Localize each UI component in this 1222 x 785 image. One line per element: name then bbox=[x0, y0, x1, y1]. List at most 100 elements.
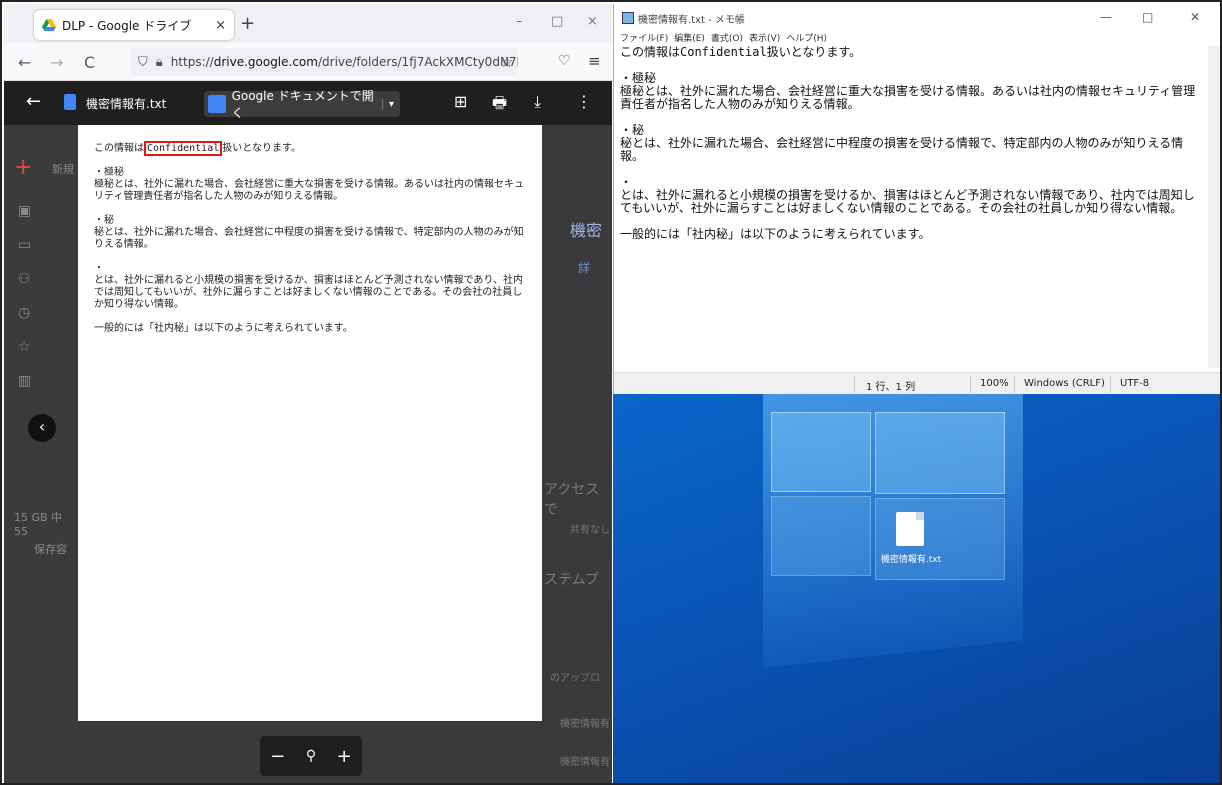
doc-line-1-post: 扱いとなります。 bbox=[222, 143, 301, 154]
viewer-toolbar: ← 機密情報有.txt Google ドキュメントで開く ▾ ⊞ 🖶 ⤓ ⋮ bbox=[4, 81, 612, 125]
status-encoding: UTF-8 bbox=[1120, 378, 1150, 389]
drive-page: + 新規 ▣ ▭ ⚇ ◷ ☆ ▥ 15 GB 中 55 保存容 機密 詳 アクセ… bbox=[4, 81, 612, 783]
open-with-label: Google ドキュメントで開く bbox=[231, 89, 374, 120]
notepad-window: 機密情報有.txt - メモ帳 — □ ✕ ファイル(F) 編集(E) 書式(O… bbox=[613, 4, 1220, 394]
notepad-minimize-button[interactable]: — bbox=[1100, 10, 1112, 24]
notepad-icon bbox=[622, 12, 634, 24]
windows-logo-pane bbox=[771, 496, 871, 576]
menu-file[interactable]: ファイル(F) bbox=[620, 31, 668, 44]
menu-edit[interactable]: 編集(E) bbox=[674, 31, 705, 44]
bg-system: ステムプ bbox=[544, 572, 599, 588]
chevron-down-icon[interactable]: ▾ bbox=[381, 98, 400, 110]
status-divider bbox=[854, 375, 855, 393]
url-path: /drive/folders/1fj7AckXMCty0dN7K bbox=[317, 55, 518, 69]
download-icon[interactable]: ⤓ bbox=[534, 92, 541, 112]
back-icon[interactable]: ← bbox=[18, 53, 31, 72]
tab-close-icon[interactable]: × bbox=[215, 18, 226, 33]
notepad-text-area[interactable]: この情報はConfidential扱いとなります。 ・極秘 極秘とは、社外に漏れた… bbox=[620, 46, 1202, 368]
notepad-scrollbar[interactable] bbox=[1208, 46, 1220, 368]
recent-icon[interactable]: ◷ bbox=[18, 305, 30, 321]
minimize-button[interactable]: – bbox=[516, 14, 523, 29]
reload-icon[interactable]: C bbox=[84, 53, 95, 72]
computers-icon[interactable]: ▭ bbox=[18, 237, 31, 253]
menu-help[interactable]: ヘルプ(H) bbox=[786, 31, 827, 44]
desktop-wallpaper: 機密情報有.txt bbox=[613, 394, 1220, 783]
doc-para-4: ・とは、社外に漏れると小規模の損害を受けるか、損害はほとんど予測されない情報であ… bbox=[94, 263, 526, 311]
doc-para-3: ・秘 秘とは、社外に漏れた場合、会社経営に中程度の損害を受ける情報で、特定部内の人… bbox=[94, 215, 526, 251]
forward-icon[interactable]: → bbox=[50, 53, 63, 72]
bg-detail-tab[interactable]: 詳 bbox=[578, 259, 590, 276]
doc-p3-title: ・秘 bbox=[94, 215, 114, 226]
txt-file-icon bbox=[64, 94, 76, 110]
tab-bar: DLP - Google ドライブ × + – □ × bbox=[4, 4, 612, 43]
storage-button[interactable]: 保存容 bbox=[34, 541, 67, 557]
status-divider bbox=[1110, 375, 1111, 393]
np-line-1: この情報はConfidential扱いとなります。 bbox=[620, 45, 862, 59]
windows-logo-pane bbox=[875, 412, 1005, 494]
starred-icon[interactable]: ☆ bbox=[18, 339, 31, 355]
notepad-maximize-button[interactable]: □ bbox=[1142, 10, 1153, 24]
zoom-in-button[interactable]: + bbox=[337, 746, 352, 767]
doc-para-5: 一般的には「社内秘」は以下のように考えられています。 bbox=[94, 323, 353, 334]
doc-p2-body: 極秘とは、社外に漏れた場合、会社経営に重大な損害を受ける情報。あるいは社内の情報… bbox=[94, 179, 524, 202]
more-options-icon[interactable]: ⋮ bbox=[576, 92, 592, 111]
address-bar[interactable]: ⛉ 🔒︎ https://drive.google.com/drive/fold… bbox=[130, 48, 518, 76]
viewer-file-name: 機密情報有.txt bbox=[86, 97, 167, 111]
bg-title: 機密 bbox=[570, 221, 603, 240]
new-plus-icon[interactable]: + bbox=[14, 155, 32, 180]
np-p3-title: ・秘 bbox=[620, 123, 645, 137]
app-menu-icon[interactable]: ≡ bbox=[588, 52, 601, 70]
zoom-icon[interactable]: ⚲ bbox=[306, 748, 316, 764]
notepad-title: 機密情報有.txt - メモ帳 bbox=[638, 14, 745, 26]
doc-line-1-pre: この情報は bbox=[94, 143, 144, 154]
trash-icon[interactable]: ▥ bbox=[18, 373, 31, 389]
notepad-menu-bar: ファイル(F) 編集(E) 書式(O) 表示(V) ヘルプ(H) bbox=[620, 31, 827, 44]
doc-para-2: ・極秘 極秘とは、社外に漏れた場合、会社経営に重大な損害を受ける情報。あるいは社内… bbox=[94, 167, 526, 203]
desktop-file-label[interactable]: 機密情報有.txt bbox=[868, 552, 954, 565]
previous-file-button[interactable]: ‹ bbox=[28, 414, 56, 442]
shield-icon[interactable]: ⛉ bbox=[138, 55, 148, 70]
screen-frame: DLP - Google ドライブ × + – □ × ← → C ⛉ 🔒︎ h… bbox=[0, 0, 1222, 785]
close-button[interactable]: × bbox=[587, 14, 598, 29]
doc-p3-body: 秘とは、社外に漏れた場合、会社経営に中程度の損害を受ける情報で、特定部内の人物の… bbox=[94, 227, 524, 250]
menu-format[interactable]: 書式(O) bbox=[711, 31, 743, 44]
pocket-icon[interactable]: ♡ bbox=[558, 53, 571, 69]
open-with-docs-button[interactable]: Google ドキュメントで開く ▾ bbox=[204, 89, 400, 120]
bg-share: 共有なし bbox=[570, 525, 610, 536]
bg-file-1[interactable]: 機密情報有 bbox=[560, 715, 610, 730]
back-arrow-icon[interactable]: ← bbox=[26, 91, 41, 112]
np-p2-title: ・極秘 bbox=[620, 71, 657, 85]
google-drive-icon bbox=[42, 19, 56, 31]
menu-view[interactable]: 表示(V) bbox=[749, 31, 780, 44]
new-tab-button[interactable]: + bbox=[240, 13, 255, 34]
zoom-out-button[interactable]: − bbox=[270, 746, 285, 767]
status-zoom: 100% bbox=[980, 378, 1009, 389]
np-para-4: ・とは、社外に漏れると小規模の損害を受けるか、損害はほとんど予測されない情報であ… bbox=[620, 176, 1202, 215]
np-p4-body: とは、社外に漏れると小規模の損害を受けるか、損害はほとんど予測されない情報であり… bbox=[620, 188, 1195, 215]
notepad-title-bar: 機密情報有.txt - メモ帳 bbox=[614, 4, 1220, 32]
bookmark-star-icon[interactable]: ☆ bbox=[500, 53, 513, 71]
windows-logo-pane bbox=[875, 498, 1005, 580]
browser-window: DLP - Google ドライブ × + – □ × ← → C ⛉ 🔒︎ h… bbox=[4, 4, 612, 783]
doc-p4-title: ・ bbox=[94, 263, 104, 274]
shared-icon[interactable]: ⚇ bbox=[18, 271, 31, 287]
windows-logo-pane bbox=[771, 412, 871, 492]
lock-icon[interactable]: 🔒︎ bbox=[156, 55, 163, 70]
zoom-controls: − ⚲ + bbox=[260, 736, 362, 776]
drive-sidebar: + 新規 ▣ ▭ ⚇ ◷ ☆ ▥ 15 GB 中 55 保存容 bbox=[4, 125, 78, 783]
my-drive-icon[interactable]: ▣ bbox=[18, 203, 31, 219]
notepad-close-button[interactable]: ✕ bbox=[1190, 10, 1200, 24]
np-p4-title: ・ bbox=[620, 175, 633, 189]
np-p2-body: 極秘とは、社外に漏れた場合、会社経営に重大な損害を受ける情報。あるいは社内の情報… bbox=[620, 84, 1196, 111]
doc-p2-title: ・極秘 bbox=[94, 167, 124, 178]
url-text: https://drive.google.com/drive/folders/1… bbox=[171, 55, 518, 69]
bg-uploads: のアップロ bbox=[550, 673, 600, 684]
tab-drive[interactable]: DLP - Google ドライブ × bbox=[34, 10, 234, 40]
maximize-button[interactable]: □ bbox=[551, 14, 563, 29]
url-domain: drive.google.com bbox=[213, 55, 318, 69]
print-icon[interactable]: 🖶 bbox=[492, 92, 507, 119]
add-to-drive-icon[interactable]: ⊞ bbox=[454, 92, 467, 111]
new-label: 新規 bbox=[52, 163, 74, 176]
desktop-txt-file-icon[interactable] bbox=[896, 512, 924, 546]
bg-file-2[interactable]: 機密情報有 bbox=[560, 753, 610, 768]
